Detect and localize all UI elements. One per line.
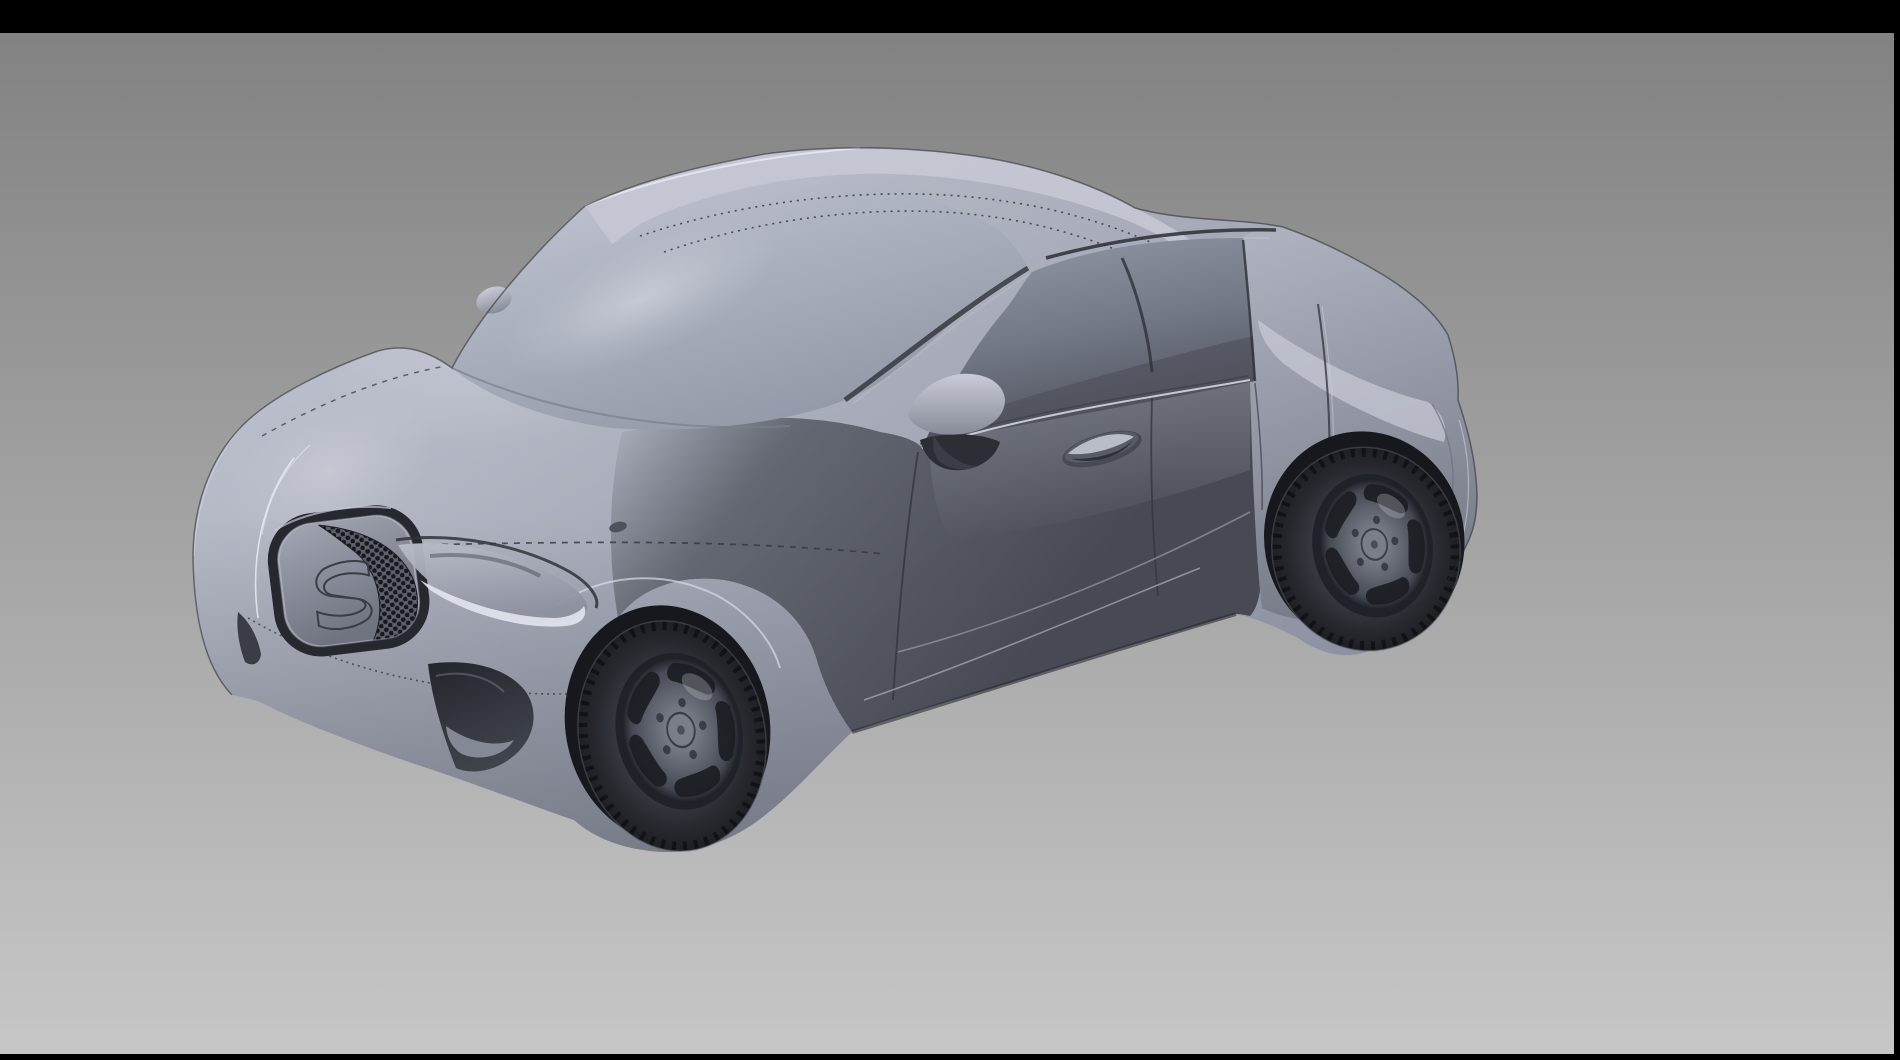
letterbox-top-bar xyxy=(0,0,1900,33)
viewport-3d[interactable]: 3D render of a silver concept hatchback,… xyxy=(0,33,1894,1054)
render-frame: 3D render of a silver concept hatchback,… xyxy=(0,0,1900,1060)
letterbox-right-bar xyxy=(1894,0,1900,1060)
front-grille xyxy=(267,500,429,658)
letterbox-bottom-bar xyxy=(0,1054,1900,1060)
car-render-svg: 3D render of a silver concept hatchback,… xyxy=(0,33,1894,1054)
